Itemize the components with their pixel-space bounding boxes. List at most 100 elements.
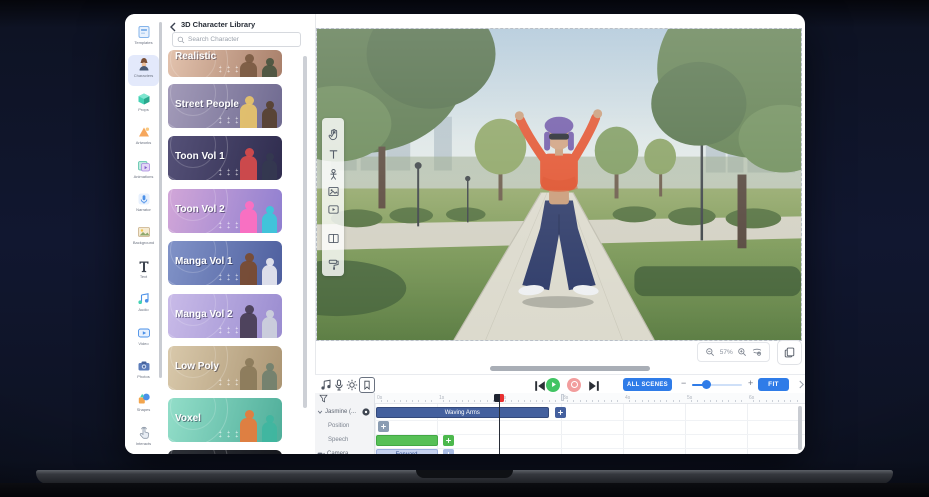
ruler-tick [753, 400, 754, 403]
paint-tool[interactable] [327, 258, 340, 271]
chevron-down-icon[interactable] [317, 409, 323, 415]
microphone-icon[interactable] [333, 379, 345, 391]
bookmark-button[interactable] [359, 377, 375, 393]
fit-button[interactable]: FIT [758, 378, 789, 391]
hide-ui-icon[interactable] [752, 347, 762, 357]
sidebar-item-label: Narrator [128, 207, 159, 212]
sidebar-item-animations[interactable]: Animations [128, 156, 159, 187]
collapse-chevron-icon[interactable] [798, 380, 805, 389]
add-clip-button[interactable] [378, 421, 389, 432]
sparkle-decoration: + + + + + + [219, 327, 241, 335]
ruler-tick [735, 400, 736, 403]
timeline-zoom-out[interactable]: − [681, 378, 686, 388]
character-card-toon-vol-1[interactable]: Toon Vol 1+ + + + + + [168, 136, 282, 180]
timeline-vertical-scrollbar[interactable] [798, 406, 802, 450]
sidebar-item-label: Background [128, 240, 159, 245]
sidebar-item-audio[interactable]: Audio [128, 289, 159, 320]
playhead-handle-red[interactable] [500, 394, 505, 402]
ruler-tick [759, 400, 760, 403]
sidebar-item-characters[interactable]: Characters [128, 55, 159, 86]
all-scenes-button[interactable]: ALL SCENES [623, 378, 672, 391]
ruler-tick [592, 400, 593, 403]
character-card-voxel[interactable]: Voxel+ + + + + + [168, 398, 282, 442]
laptop-base-shadow [0, 483, 929, 497]
card-figure [262, 265, 277, 285]
character-card-street-people[interactable]: Street People+ + + + + + [168, 84, 282, 128]
playhead-line[interactable] [499, 401, 500, 454]
stage-canvas[interactable] [316, 28, 802, 341]
hand-tool[interactable] [327, 128, 340, 141]
ruler-tick [704, 400, 705, 403]
duplicate-scene-button[interactable] [777, 340, 802, 365]
sidebar-item-props[interactable]: Props [128, 89, 159, 120]
add-clip-button[interactable] [443, 449, 454, 454]
timeline-clip[interactable] [376, 435, 438, 446]
sidebar-item-shapes[interactable]: Shapes [128, 389, 159, 420]
character-card-realistic[interactable]: Realistic+ + + + + + [168, 50, 282, 77]
card-label: Low Poly [175, 361, 219, 372]
play-button[interactable] [546, 378, 560, 392]
character-card-toon-vol-2[interactable]: Toon Vol 2+ + + + + + [168, 189, 282, 233]
text-tool[interactable] [327, 148, 340, 161]
ruler-tick [635, 400, 636, 403]
filter-funnel-icon[interactable] [319, 394, 328, 403]
skip-to-start-icon[interactable] [534, 380, 543, 389]
skip-to-end-icon[interactable] [588, 380, 597, 389]
ruler-tick [604, 400, 605, 403]
track-header-speech[interactable]: Speech [315, 434, 375, 447]
character-card-low-poly[interactable]: Low Poly+ + + + + + [168, 346, 282, 390]
zoom-out-icon[interactable] [705, 347, 715, 357]
ruler-tick [549, 400, 550, 403]
add-clip-button[interactable] [443, 435, 454, 446]
playhead-handle[interactable] [494, 394, 500, 402]
sidebar-item-artworks[interactable]: Artworks [128, 122, 159, 153]
record-button[interactable] [567, 378, 581, 392]
video-tool[interactable] [327, 203, 340, 216]
card-figure [262, 213, 277, 233]
pose-tool[interactable] [327, 168, 340, 181]
timeline-zoom-slider[interactable] [692, 384, 742, 387]
add-clip-button[interactable] [555, 407, 566, 418]
bookmark-icon [362, 380, 372, 390]
character-card-manga-vol-2[interactable]: Manga Vol 2+ + + + + + [168, 294, 282, 338]
timeline-marker[interactable] [561, 394, 564, 401]
track-header-position[interactable]: Position [315, 420, 375, 433]
sidebar-item-video[interactable]: Video [128, 323, 159, 354]
sidebar-scrollbar[interactable] [159, 22, 162, 378]
timeline-zoom-thumb[interactable] [702, 380, 711, 389]
image-tool[interactable] [327, 185, 340, 198]
sidebar-item-text[interactable]: Text [128, 256, 159, 287]
music-icon[interactable] [320, 379, 332, 391]
track-header-camera[interactable]: Camera [315, 448, 375, 454]
grid-second-line [623, 404, 624, 454]
effects-sun-icon[interactable] [346, 379, 358, 391]
character-card-partial[interactable] [168, 450, 282, 454]
layout-tool[interactable] [327, 232, 340, 245]
zoom-in-icon[interactable] [737, 347, 747, 357]
templates-icon [137, 25, 151, 39]
ruler-tick [425, 400, 426, 403]
card-figure-head [266, 58, 274, 66]
card-list-scrollbar[interactable] [303, 56, 307, 408]
card-figure [240, 62, 257, 77]
timeline-clip-forward[interactable]: Forward [376, 449, 438, 454]
sidebar-item-background[interactable]: Background [128, 222, 159, 253]
ruler-tick [741, 400, 742, 403]
canvas-horizontal-scrollbar[interactable] [490, 366, 650, 371]
track-header-jasmine[interactable]: Jasmine (... [315, 406, 375, 419]
ruler-tick [443, 400, 444, 403]
track-focus-icon[interactable] [362, 408, 370, 416]
sidebar-item-photos[interactable]: Photos [128, 356, 159, 387]
ruler-tick [648, 400, 649, 403]
timeline-zoom-in[interactable]: + [748, 378, 753, 388]
sparkle-decoration: + + + + + + [219, 379, 241, 387]
ruler-tick [598, 400, 599, 403]
sidebar-item-narrator[interactable]: Narrator [128, 189, 159, 220]
sidebar-item-templates[interactable]: Templates [128, 22, 159, 53]
timeline-ruler[interactable]: 0s1s2s3s4s5s6s7s [315, 393, 805, 404]
sidebar-item-interacts[interactable]: Interacts [128, 423, 159, 454]
audio-icon [137, 292, 151, 306]
character-card-manga-vol-1[interactable]: Manga Vol 1+ + + + + + [168, 241, 282, 285]
card-label: Toon Vol 1 [175, 151, 225, 162]
timeline-clip-waving-arms[interactable]: Waving Arms [376, 407, 550, 418]
